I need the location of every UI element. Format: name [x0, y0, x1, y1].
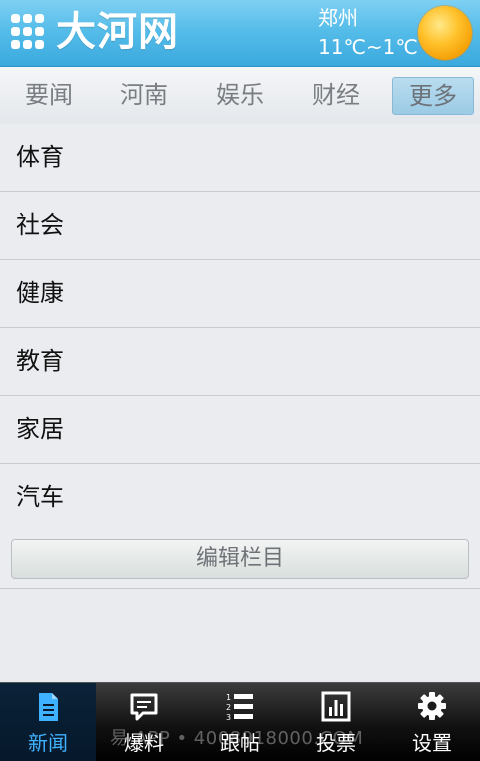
list-item-jiaju[interactable]: 家居 — [0, 396, 480, 464]
document-icon — [39, 693, 58, 721]
svg-text:2: 2 — [226, 703, 231, 712]
list-item-tiyu[interactable]: 体育 — [0, 124, 480, 192]
nav-news[interactable]: 新闻 — [0, 683, 96, 761]
weather-info[interactable]: 郑州 11℃~1℃ — [318, 6, 418, 60]
sun-icon[interactable] — [418, 6, 472, 60]
list-item-qiche[interactable]: 汽车 — [0, 464, 480, 532]
bar-chart-icon — [321, 691, 351, 722]
nav-settings-label: 设置 — [412, 731, 452, 755]
weather-temperature: 11℃~1℃ — [318, 35, 418, 59]
logo-text: 大河网 — [56, 9, 179, 55]
edit-columns-button[interactable]: 编辑栏目 — [11, 539, 469, 579]
edit-area: 编辑栏目 — [0, 530, 480, 589]
svg-text:3: 3 — [226, 713, 231, 722]
gear-icon — [418, 692, 446, 720]
app-screen: 大河网 郑州 11℃~1℃ 要闻 河南 娱乐 财经 更多 体育 社会 健康 教育… — [0, 0, 480, 761]
tab-henan[interactable]: 河南 — [104, 77, 184, 113]
app-header: 大河网 郑州 11℃~1℃ — [0, 0, 480, 67]
tab-caijing[interactable]: 财经 — [296, 77, 376, 113]
list-item-jiaoyu[interactable]: 教育 — [0, 328, 480, 396]
numbered-list-icon: 1 2 3 — [226, 693, 253, 722]
tab-more[interactable]: 更多 — [392, 77, 474, 115]
logo-icon — [11, 14, 44, 49]
nav-settings[interactable]: 设置 — [384, 683, 480, 761]
watermark-text: 易 APP • 4008918000.COM — [110, 728, 364, 749]
svg-text:1: 1 — [226, 693, 231, 702]
weather-city: 郑州 — [318, 6, 358, 30]
list-item-jiankang[interactable]: 健康 — [0, 260, 480, 328]
tab-yaowen[interactable]: 要闻 — [9, 77, 89, 113]
nav-news-label: 新闻 — [28, 731, 68, 755]
category-tabs: 要闻 河南 娱乐 财经 更多 — [0, 67, 480, 125]
list-item-shehui[interactable]: 社会 — [0, 192, 480, 260]
tab-yule[interactable]: 娱乐 — [200, 77, 280, 113]
more-category-list: 体育 社会 健康 教育 家居 汽车 — [0, 124, 480, 532]
speech-bubble-icon — [130, 693, 158, 721]
